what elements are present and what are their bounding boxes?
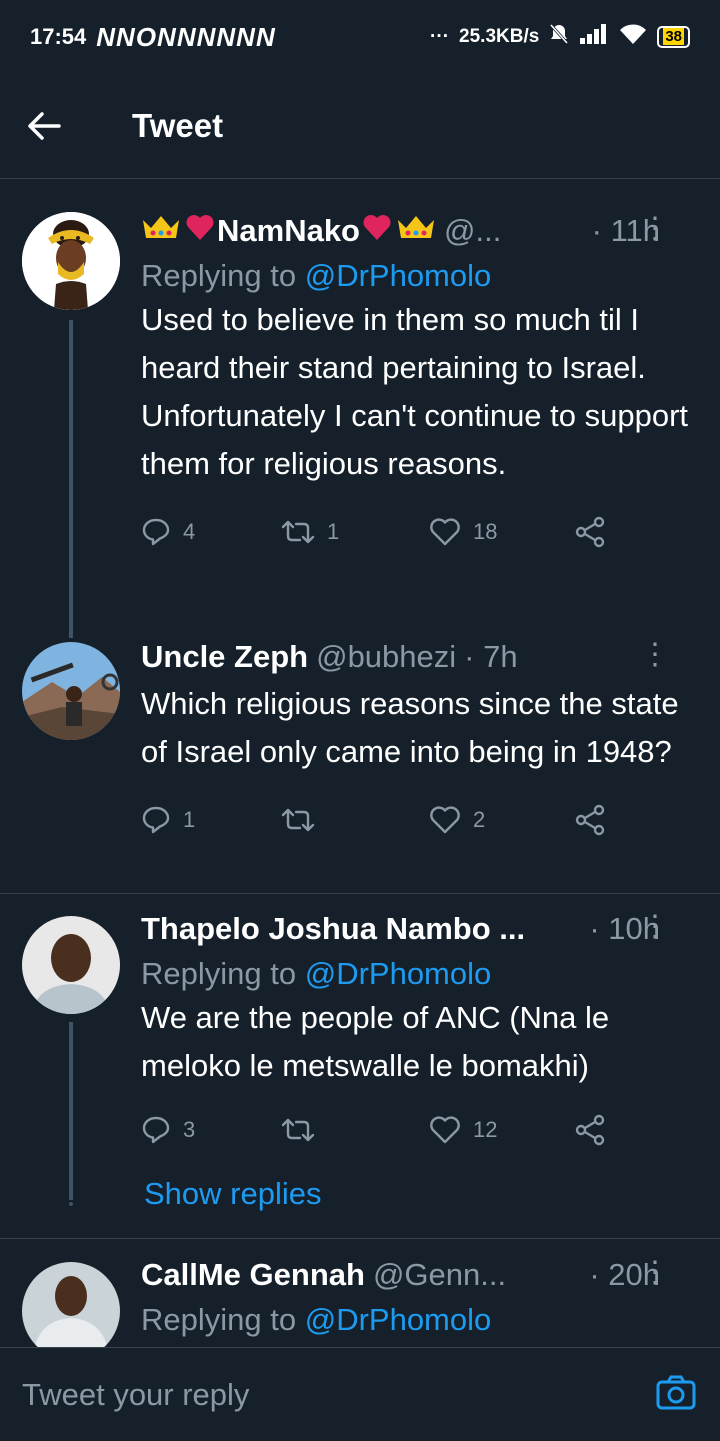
divider xyxy=(0,893,720,894)
mute-icon xyxy=(549,23,569,51)
tweet-actions: 4 1 18 xyxy=(141,514,700,550)
reply-icon xyxy=(142,1116,170,1144)
tweet-time: · 7h xyxy=(464,639,518,674)
like-button[interactable]: 18 xyxy=(429,517,575,547)
tweet-actions: 3 12 xyxy=(141,1112,700,1148)
tweet-body: Thapelo Joshua Nambo ... · 10h ⋮ Replyin… xyxy=(141,908,700,1148)
heart-emoji-icon xyxy=(185,213,215,249)
tweet-header: Uncle Zeph @bubhezi · 7h xyxy=(141,636,700,678)
reply-icon xyxy=(142,518,170,546)
tweet-header: Thapelo Joshua Nambo ... · 10h xyxy=(141,908,700,950)
user-handle: @Genn... xyxy=(372,1257,507,1292)
camera-icon[interactable] xyxy=(656,1374,696,1415)
share-button[interactable] xyxy=(575,516,607,548)
replying-to: Replying to @DrPhomolo xyxy=(141,258,492,293)
reply-input[interactable]: Tweet your reply xyxy=(22,1377,249,1413)
tweet-actions: 1 2 xyxy=(141,802,700,838)
reply-bar: Tweet your reply xyxy=(0,1347,720,1441)
like-count: 12 xyxy=(473,1117,498,1142)
tweet-body: Uncle Zeph @bubhezi · 7h ⋮ Which religio… xyxy=(141,636,700,838)
mention-link[interactable]: @DrPhomolo xyxy=(305,956,492,991)
more-options-icon[interactable]: ⋮ xyxy=(640,912,670,942)
avatar[interactable] xyxy=(22,916,120,1014)
tweet-body: NamNako @... · 11h ⋮ Replying to @DrPhom… xyxy=(141,210,700,550)
user-handle: @bubhezi xyxy=(316,639,457,674)
signal-icon xyxy=(579,23,609,51)
heart-emoji-icon xyxy=(362,213,392,249)
wifi-icon xyxy=(619,23,647,51)
status-right: ··· 25.3KB/s 38 xyxy=(430,23,690,51)
heart-icon xyxy=(430,518,460,546)
replying-to: Replying to @DrPhomolo xyxy=(141,1302,492,1337)
user-handle: @... xyxy=(444,213,502,248)
display-name[interactable]: NamNako xyxy=(217,213,360,249)
tweet-text: Used to believe in them so much til I he… xyxy=(141,302,689,481)
avatar[interactable] xyxy=(22,1262,120,1360)
network-speed: 25.3KB/s xyxy=(459,26,540,47)
more-options-icon[interactable]: ⋮ xyxy=(640,640,670,670)
like-count: 18 xyxy=(473,519,498,544)
page-title: Tweet xyxy=(132,107,224,144)
share-button[interactable] xyxy=(575,1114,607,1146)
share-icon xyxy=(575,516,605,548)
retweet-count: 1 xyxy=(327,519,340,544)
tweet-text: We are the people of ANC (Nna le meloko … xyxy=(141,1000,610,1083)
reply-count: 3 xyxy=(183,1117,196,1142)
retweet-button[interactable] xyxy=(281,1116,429,1144)
heart-icon xyxy=(430,806,460,834)
mention-link[interactable]: @DrPhomolo xyxy=(305,258,492,293)
top-app-bar: Tweet xyxy=(0,74,720,179)
reply-button[interactable]: 1 xyxy=(141,805,281,835)
mention-link[interactable]: @DrPhomolo xyxy=(305,1302,492,1337)
display-name[interactable]: Thapelo Joshua Nambo ... xyxy=(141,911,525,947)
display-name[interactable]: Uncle Zeph xyxy=(141,639,308,675)
more-options-icon[interactable]: ⋮ xyxy=(640,214,670,244)
reply-count: 1 xyxy=(183,807,196,832)
retweet-button[interactable]: 1 xyxy=(281,518,429,546)
share-icon xyxy=(575,1114,605,1146)
crown-icon xyxy=(141,212,181,250)
tweet-text: Which religious reasons since the state … xyxy=(141,686,679,769)
show-replies-link[interactable]: Show replies xyxy=(144,1176,321,1212)
thread-line-dotted xyxy=(69,1170,73,1206)
like-count: 2 xyxy=(473,807,486,832)
share-button[interactable] xyxy=(575,804,607,836)
replying-to: Replying to @DrPhomolo xyxy=(141,956,492,991)
status-time: 17:54 xyxy=(30,24,87,49)
reply-count: 4 xyxy=(183,519,196,544)
divider xyxy=(0,1238,720,1239)
reply-icon xyxy=(142,806,170,834)
retweet-icon xyxy=(281,520,315,544)
arrow-left-icon xyxy=(28,112,61,140)
status-bar: 17:54 NNONNNNNN ··· 25.3KB/s 38 xyxy=(0,0,720,74)
retweet-button[interactable] xyxy=(281,806,429,834)
battery-icon: 38 xyxy=(657,26,690,48)
avatar[interactable] xyxy=(22,212,120,310)
tweet-body: CallMe Gennah @Genn... · 20h ⋮ Replying … xyxy=(141,1254,700,1338)
retweet-icon xyxy=(281,1118,315,1142)
display-name[interactable]: CallMe Gennah xyxy=(141,1257,365,1293)
share-icon xyxy=(575,804,605,836)
heart-icon xyxy=(430,1116,460,1144)
notification-icons: NNONNNNNN xyxy=(96,21,276,52)
more-notifications-icon: ··· xyxy=(430,26,450,47)
like-button[interactable]: 12 xyxy=(429,1115,575,1145)
tweet-header: NamNako @... · 11h xyxy=(141,210,700,252)
avatar[interactable] xyxy=(22,642,120,740)
reply-button[interactable]: 4 xyxy=(141,517,281,547)
back-button[interactable] xyxy=(0,111,104,141)
like-button[interactable]: 2 xyxy=(429,805,575,835)
reply-button[interactable]: 3 xyxy=(141,1115,281,1145)
retweet-icon xyxy=(281,808,315,832)
crown-icon xyxy=(396,212,436,250)
tweet-header: CallMe Gennah @Genn... · 20h xyxy=(141,1254,700,1296)
more-options-icon[interactable]: ⋮ xyxy=(640,1258,670,1288)
thread-line xyxy=(69,320,73,638)
